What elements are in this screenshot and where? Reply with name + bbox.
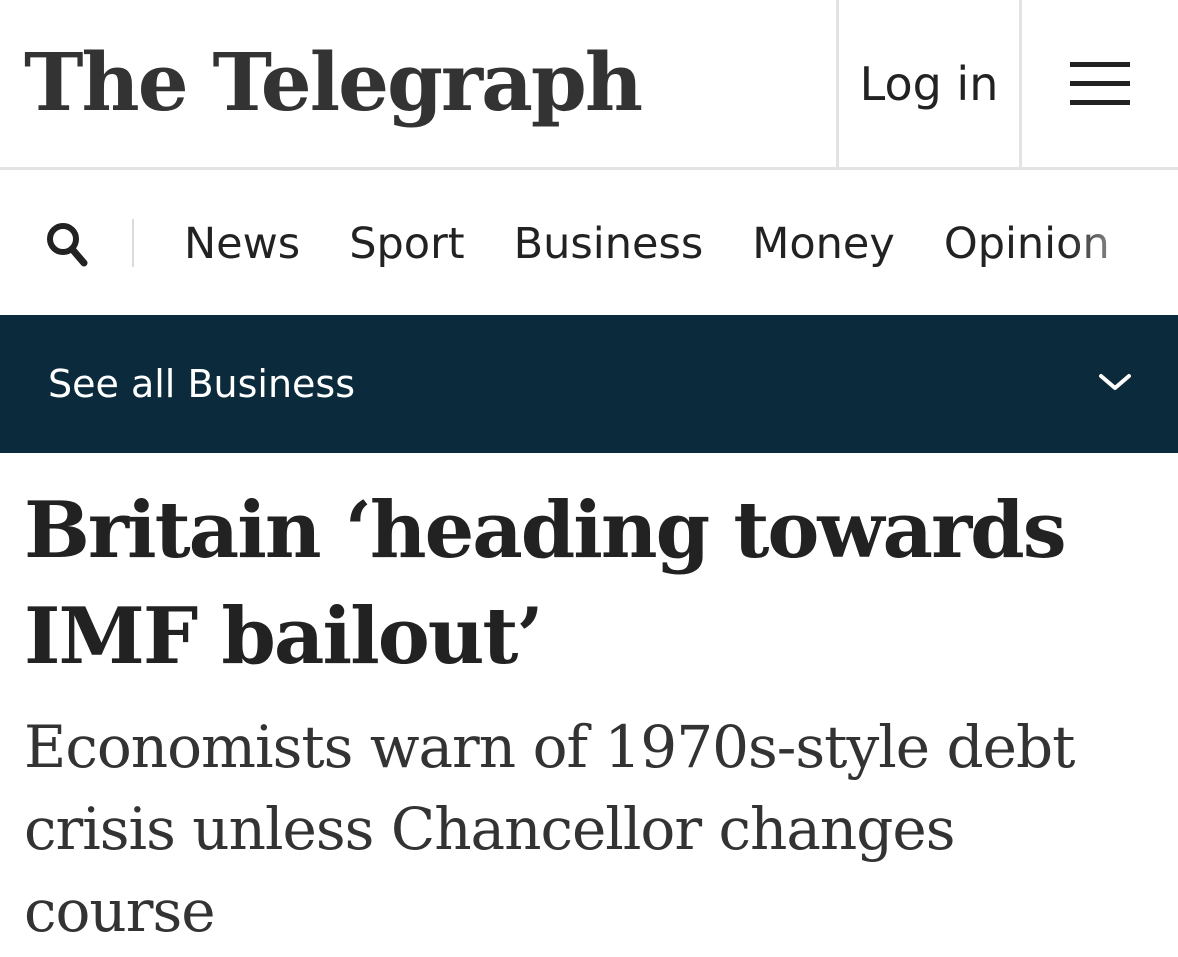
search-icon xyxy=(47,223,88,267)
nav-item-news[interactable]: News xyxy=(184,219,300,269)
nav-item-opinion[interactable]: Opinion xyxy=(944,219,1110,269)
hamburger-icon xyxy=(1070,62,1130,106)
chevron-down-icon[interactable] xyxy=(1098,372,1132,392)
see-all-business-bar[interactable]: See all Business xyxy=(0,315,1178,453)
login-label: Log in xyxy=(859,57,999,111)
section-bar-label: See all Business xyxy=(48,362,356,406)
article-standfirst: Economists warn of 1970s-style debt cris… xyxy=(24,713,1075,945)
masthead: The Telegraph Log in xyxy=(0,0,1178,170)
search-button[interactable] xyxy=(40,216,96,272)
nav-divider xyxy=(132,219,134,267)
nav-item-money[interactable]: Money xyxy=(752,219,895,269)
menu-button[interactable] xyxy=(1022,0,1178,168)
telegraph-logo[interactable]: The Telegraph xyxy=(24,22,643,142)
nav-item-sport[interactable]: Sport xyxy=(349,219,464,269)
section-nav: News Sport Business Money Opinion xyxy=(0,172,1178,315)
page: The Telegraph Log in News Sport Business… xyxy=(0,0,1178,957)
login-button[interactable]: Log in xyxy=(836,0,1022,168)
nav-item-business[interactable]: Business xyxy=(514,219,704,269)
nav-items: News Sport Business Money Opinion xyxy=(184,172,1110,315)
article-headline: Britain ‘heading towards IMF bailout’ xyxy=(24,485,1067,682)
